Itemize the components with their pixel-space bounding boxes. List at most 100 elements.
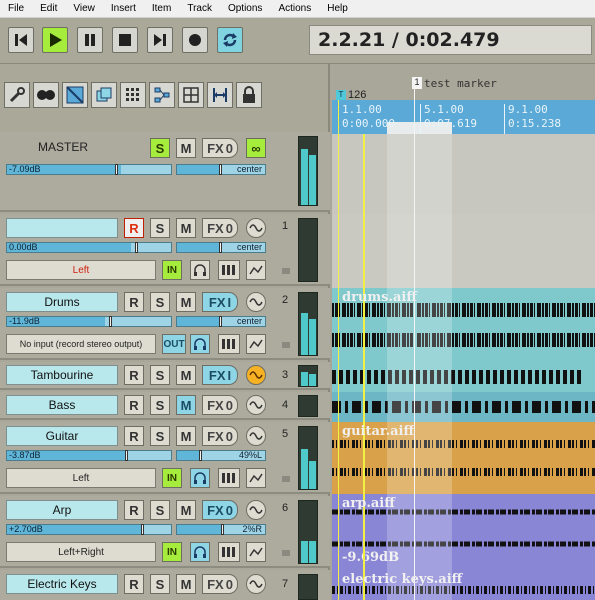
skip-end-button[interactable] bbox=[147, 27, 173, 53]
track-3-solo-button[interactable]: S bbox=[150, 365, 170, 385]
track-2-envelope-button[interactable] bbox=[246, 334, 266, 354]
menu-track[interactable]: Track bbox=[179, 3, 220, 14]
track-6-volume-slider[interactable]: +2.70dB bbox=[6, 524, 172, 535]
track-1-solo-button[interactable]: S bbox=[150, 218, 170, 238]
menu-file[interactable]: File bbox=[0, 3, 32, 14]
track-5-record-arm-button[interactable]: R bbox=[124, 426, 144, 446]
track-3-name[interactable]: Tambourine bbox=[6, 365, 118, 385]
track-2-phase-button[interactable] bbox=[246, 292, 266, 312]
track-5-name[interactable]: Guitar bbox=[6, 426, 118, 446]
track-2-name[interactable]: Drums bbox=[6, 292, 118, 312]
track-6-record-mode-button[interactable] bbox=[218, 542, 240, 562]
menu-actions[interactable]: Actions bbox=[270, 3, 319, 14]
track-1-phase-button[interactable] bbox=[246, 218, 266, 238]
track-7-fx-button[interactable]: FX 0 bbox=[202, 574, 238, 594]
track-5-fx-button[interactable]: FX 0 bbox=[202, 426, 238, 446]
track-5-input-mode-button[interactable]: IN bbox=[162, 468, 182, 488]
track-6-pan-slider[interactable]: 2%R bbox=[176, 524, 266, 535]
track-1-volume-thumb[interactable] bbox=[135, 242, 138, 253]
track-5-pan-slider[interactable]: 49%L bbox=[176, 450, 266, 461]
track-7-record-arm-button[interactable]: R bbox=[124, 574, 144, 594]
track-6-input-selector[interactable]: Left+Right bbox=[6, 542, 156, 562]
skip-start-button[interactable] bbox=[8, 27, 34, 53]
track-3-record-arm-button[interactable]: R bbox=[124, 365, 144, 385]
track-2-pan-thumb[interactable] bbox=[219, 316, 222, 327]
playhead[interactable] bbox=[363, 134, 365, 600]
time-selection[interactable] bbox=[387, 134, 452, 600]
track-1-pan-thumb[interactable] bbox=[219, 242, 222, 253]
master-pan-slider[interactable]: center bbox=[176, 164, 266, 175]
track-2-record-arm-button[interactable]: R bbox=[124, 292, 144, 312]
pause-button[interactable] bbox=[77, 27, 103, 53]
track-5-volume-thumb[interactable] bbox=[125, 450, 128, 461]
timeline-ruler[interactable]: 1.1.00 0:00.000 5.1.00 0:07.619 9.1.00 0… bbox=[332, 100, 595, 134]
track-4-name[interactable]: Bass bbox=[6, 395, 118, 415]
track-2-volume-thumb[interactable] bbox=[109, 316, 112, 327]
track-2-fx-button[interactable]: FX I bbox=[202, 292, 238, 312]
bass-waveform[interactable] bbox=[332, 392, 595, 422]
arrange-view[interactable]: 1 test marker T 126 1.1.00 0:00.000 5.1.… bbox=[332, 64, 595, 600]
master-solo-button[interactable]: S bbox=[150, 138, 170, 158]
track-7-mute-button[interactable]: M bbox=[176, 574, 196, 594]
track-3-fx-button[interactable]: FX I bbox=[202, 365, 238, 385]
track-4-fx-button[interactable]: FX 0 bbox=[202, 395, 238, 415]
menu-help[interactable]: Help bbox=[319, 3, 356, 14]
menu-options[interactable]: Options bbox=[220, 3, 270, 14]
repeat-button[interactable] bbox=[217, 27, 243, 53]
track-6-name[interactable]: Arp bbox=[6, 500, 118, 520]
track-1-pan-slider[interactable]: center bbox=[176, 242, 266, 253]
track-1-folder-icon[interactable] bbox=[282, 268, 290, 274]
track-5-input-selector[interactable]: Left bbox=[6, 468, 156, 488]
track-1-volume-slider[interactable]: 0.00dB bbox=[6, 242, 172, 253]
master-volume-thumb[interactable] bbox=[115, 164, 118, 175]
grid-button[interactable] bbox=[120, 82, 146, 108]
track-6-solo-button[interactable]: S bbox=[150, 500, 170, 520]
track-5-record-mode-button[interactable] bbox=[218, 468, 240, 488]
track-2-pan-slider[interactable]: center bbox=[176, 316, 266, 327]
track-1-monitor-button[interactable] bbox=[190, 260, 210, 280]
snap-button[interactable] bbox=[62, 82, 88, 108]
track-1-record-mode-button[interactable] bbox=[218, 260, 240, 280]
track-1-input-selector[interactable]: Left bbox=[6, 260, 156, 280]
play-button[interactable] bbox=[42, 27, 68, 53]
track-2-volume-slider[interactable]: -11.9dB bbox=[6, 316, 172, 327]
track-2-mute-button[interactable]: M bbox=[176, 292, 196, 312]
track-1-input-mode-button[interactable]: IN bbox=[162, 260, 182, 280]
master-pan-thumb[interactable] bbox=[219, 164, 222, 175]
track-7-solo-button[interactable]: S bbox=[150, 574, 170, 594]
track-1-envelope-button[interactable] bbox=[246, 260, 266, 280]
grouping-button[interactable] bbox=[33, 82, 59, 108]
lock-button[interactable] bbox=[236, 82, 262, 108]
track-4-solo-button[interactable]: S bbox=[150, 395, 170, 415]
menu-insert[interactable]: Insert bbox=[103, 3, 144, 14]
track-1-mute-button[interactable]: M bbox=[176, 218, 196, 238]
track-5-mute-button[interactable]: M bbox=[176, 426, 196, 446]
track-1-fx-button[interactable]: FX 0 bbox=[202, 218, 238, 238]
tempo-marker[interactable]: T bbox=[336, 90, 346, 100]
track-4-record-arm-button[interactable]: R bbox=[124, 395, 144, 415]
track-6-envelope-button[interactable] bbox=[246, 542, 266, 562]
track-5-folder-icon[interactable] bbox=[282, 476, 290, 482]
track-6-phase-button[interactable] bbox=[246, 500, 266, 520]
track-4-phase-button[interactable] bbox=[246, 395, 266, 415]
track-5-pan-thumb[interactable] bbox=[199, 450, 202, 461]
master-fx-button[interactable]: FX 0 bbox=[202, 138, 238, 158]
track-5-volume-slider[interactable]: -3.87dB bbox=[6, 450, 172, 461]
track-6-mute-button[interactable]: M bbox=[176, 500, 196, 520]
track-4-mute-button[interactable]: M bbox=[176, 395, 196, 415]
track-6-fx-button[interactable]: FX 0 bbox=[202, 500, 238, 520]
track-2-solo-button[interactable]: S bbox=[150, 292, 170, 312]
track-7-name[interactable]: Electric Keys bbox=[6, 574, 118, 594]
master-mute-button[interactable]: M bbox=[176, 138, 196, 158]
track-2-record-mode-button[interactable] bbox=[218, 334, 240, 354]
ripple-edit-button[interactable] bbox=[91, 82, 117, 108]
track-1-name[interactable] bbox=[6, 218, 118, 238]
track-1-record-arm-button[interactable]: R bbox=[124, 218, 144, 238]
track-5-envelope-button[interactable] bbox=[246, 468, 266, 488]
preferences-button[interactable] bbox=[4, 82, 30, 108]
track-2-monitor-button[interactable] bbox=[190, 334, 210, 354]
menu-item[interactable]: Item bbox=[144, 3, 179, 14]
track-7-phase-button[interactable] bbox=[246, 574, 266, 594]
track-6-pan-thumb[interactable] bbox=[221, 524, 224, 535]
track-2-folder-icon[interactable] bbox=[282, 342, 290, 348]
